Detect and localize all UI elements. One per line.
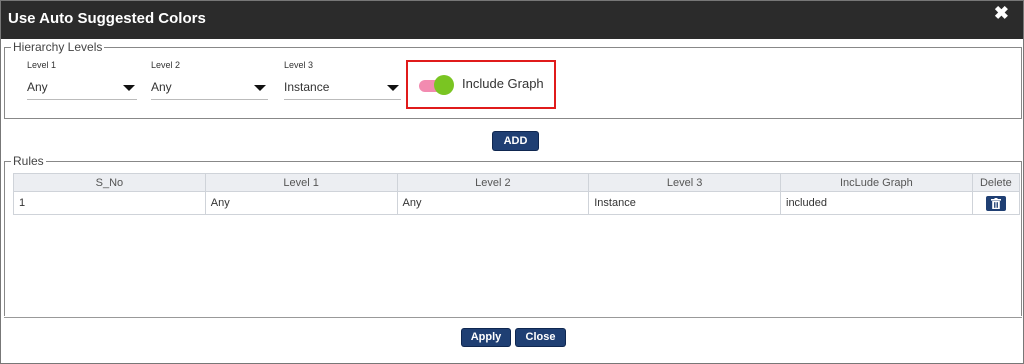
chevron-down-icon	[387, 85, 399, 91]
chevron-down-icon	[254, 85, 266, 91]
column-header-level-1: Level 1	[204, 173, 398, 192]
column-header-delete: Delete	[971, 173, 1021, 192]
apply-button[interactable]: Apply	[462, 329, 510, 346]
cell-level-2: Any	[396, 191, 590, 215]
column-header-level-2: Level 2	[396, 173, 590, 192]
delete-row-button[interactable]	[985, 195, 1006, 211]
level-1-value: Any	[27, 80, 48, 94]
level-2-label: Level 2	[151, 60, 181, 70]
cell-level-1: Any	[204, 191, 398, 215]
level-3-select[interactable]: Instance	[284, 77, 401, 100]
level-3-label: Level 3	[284, 60, 314, 70]
cell-delete	[971, 191, 1021, 215]
cell-include-graph: included	[780, 191, 973, 215]
include-graph-label: Include Graph	[462, 76, 544, 91]
dialog-titlebar: Use Auto Suggested Colors ✖	[1, 1, 1023, 39]
column-header-include-graph: IncLude Graph	[780, 173, 973, 192]
level-2-select[interactable]: Any	[151, 77, 268, 100]
footer-divider	[4, 317, 1022, 318]
cell-s-no: 1	[13, 191, 206, 215]
rules-table: S_No Level 1 Level 2 Level 3 IncLude Gra…	[13, 173, 1021, 215]
close-icon[interactable]: ✖	[994, 3, 1009, 24]
trash-icon	[990, 197, 1001, 209]
add-button[interactable]: ADD	[493, 132, 538, 150]
cell-level-3: Instance	[588, 191, 781, 215]
include-graph-toggle-knob[interactable]	[434, 75, 454, 95]
level-3-value: Instance	[284, 80, 330, 94]
column-header-s-no: S_No	[13, 173, 206, 192]
chevron-down-icon	[123, 85, 135, 91]
level-1-select[interactable]: Any	[27, 77, 137, 100]
table-row: 1 Any Any Instance included	[13, 191, 1021, 215]
level-1-label: Level 1	[27, 60, 57, 70]
level-2-value: Any	[151, 80, 172, 94]
table-header-row: S_No Level 1 Level 2 Level 3 IncLude Gra…	[13, 173, 1021, 192]
rules-legend: Rules	[11, 154, 46, 168]
dialog-title: Use Auto Suggested Colors	[8, 10, 206, 27]
column-header-level-3: Level 3	[588, 173, 781, 192]
dialog: Use Auto Suggested Colors ✖ Hierarchy Le…	[0, 0, 1024, 364]
hierarchy-levels-legend: Hierarchy Levels	[11, 40, 105, 54]
close-button[interactable]: Close	[516, 329, 565, 346]
